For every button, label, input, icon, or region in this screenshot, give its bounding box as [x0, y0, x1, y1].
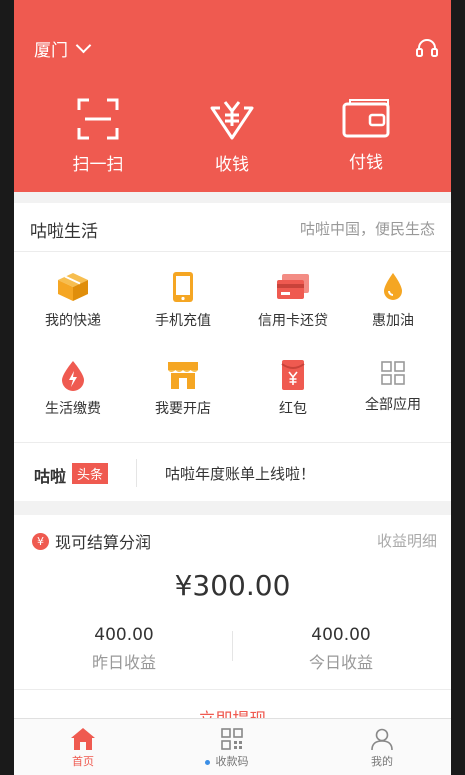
red-envelope-icon — [281, 360, 305, 390]
service-credit-card[interactable]: 信用卡还贷 — [238, 271, 348, 330]
wallet-icon — [342, 99, 390, 138]
notification-dot — [205, 760, 210, 765]
service-label: 全部应用 — [365, 397, 421, 413]
qr-code-icon — [221, 728, 243, 750]
pay-label: 付钱 — [349, 153, 383, 173]
news-brand: 咕啦 — [34, 467, 67, 486]
divider — [14, 251, 451, 252]
earnings-title-text: 现可结算分润 — [55, 533, 152, 552]
all-apps-icon — [381, 361, 405, 385]
header-bar: 厦门 扫一扫 收钱 付钱 — [14, 0, 451, 192]
service-label: 信用卡还贷 — [258, 313, 328, 329]
service-label: 红包 — [279, 401, 307, 417]
yesterday-value: 400.00 — [94, 625, 154, 645]
tab-label: 收款码 — [215, 755, 249, 768]
earnings-panel: ¥ 现可结算分润 收益明细 ¥300.00 400.00 昨日收益 400.00… — [14, 515, 451, 730]
service-express[interactable]: 我的快递 — [18, 271, 128, 330]
tab-label: 首页 — [72, 755, 94, 768]
credit-card-icon — [277, 274, 309, 299]
service-label: 我的快递 — [45, 313, 101, 329]
divider — [136, 459, 137, 487]
receive-money-button[interactable]: 收钱 — [182, 98, 282, 175]
tab-profile[interactable]: 我的 — [322, 727, 442, 769]
service-red-envelope[interactable]: 红包 — [238, 359, 348, 418]
scan-label: 扫一扫 — [72, 155, 124, 175]
today-value: 400.00 — [311, 625, 371, 645]
earnings-detail-link[interactable]: 收益明细 — [377, 530, 437, 551]
profile-icon — [371, 728, 393, 751]
chevron-down-icon — [75, 37, 92, 54]
today-label: 今日收益 — [308, 653, 373, 672]
earnings-amount: ¥300.00 — [174, 569, 291, 602]
yesterday-earnings: 400.00 昨日收益 — [24, 625, 224, 673]
service-label: 生活缴费 — [45, 401, 101, 417]
tab-label: 我的 — [371, 755, 393, 768]
scan-button[interactable]: 扫一扫 — [48, 98, 148, 175]
today-earnings: 400.00 今日收益 — [241, 625, 441, 673]
service-label: 我要开店 — [155, 401, 211, 417]
service-fuel[interactable]: 惠加油 — [338, 271, 448, 330]
store-icon — [168, 362, 198, 389]
life-services-panel: 咕啦生活 咕啦中国，便民生态 我的快递 手机充值 信用卡还贷 惠加油 生活缴费 … — [14, 203, 451, 501]
phone-icon — [173, 272, 193, 302]
section-subtitle: 咕啦中国，便民生态 — [299, 220, 435, 238]
service-utility-bills[interactable]: 生活缴费 — [18, 359, 128, 418]
app-screen: 厦门 扫一扫 收钱 付钱 咕啦生活 咕啦中国，便民生态 我的快递 手机充值 信用… — [14, 0, 451, 775]
service-all-apps[interactable]: 全部应用 — [338, 359, 448, 414]
receive-money-icon — [210, 101, 254, 140]
receive-money-label: 收钱 — [215, 155, 249, 175]
city-selector[interactable]: 厦门 — [34, 36, 92, 61]
bottom-tab-bar: 首页 收款码 我的 — [14, 718, 451, 775]
fuel-drop-icon — [384, 273, 402, 300]
divider — [232, 631, 233, 661]
earnings-title: ¥ 现可结算分润 — [32, 529, 151, 553]
home-icon — [71, 728, 95, 750]
section-title: 咕啦生活 — [30, 222, 98, 242]
yesterday-label: 昨日收益 — [91, 653, 156, 672]
service-label: 手机充值 — [155, 313, 211, 329]
news-headline[interactable]: 咕啦年度账单上线啦！ — [165, 463, 315, 484]
city-label: 厦门 — [34, 41, 68, 61]
scan-icon — [77, 98, 119, 140]
package-icon — [58, 273, 88, 301]
service-open-store[interactable]: 我要开店 — [128, 359, 238, 418]
news-tag-badge: 头条 — [72, 463, 109, 484]
headline-news-bar[interactable]: 咕啦 头条 咕啦年度账单上线啦！ — [14, 443, 451, 501]
utility-bolt-icon — [62, 361, 84, 391]
divider — [14, 689, 451, 690]
service-phone-topup[interactable]: 手机充值 — [128, 271, 238, 330]
tab-home[interactable]: 首页 — [23, 727, 143, 769]
tab-qr-code[interactable]: 收款码 — [172, 727, 292, 769]
yen-icon: ¥ — [32, 532, 49, 550]
service-label: 惠加油 — [372, 313, 414, 329]
pay-button[interactable]: 付钱 — [316, 98, 416, 173]
headset-icon[interactable] — [416, 38, 438, 58]
